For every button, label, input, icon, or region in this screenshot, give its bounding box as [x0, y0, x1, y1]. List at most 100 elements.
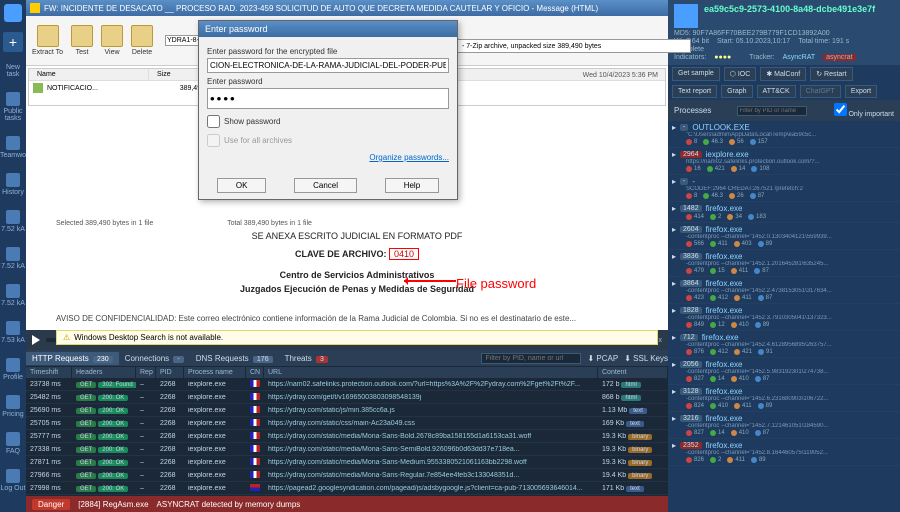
pw-label: Enter password [207, 77, 449, 86]
tab-http[interactable]: HTTP Requests 230 [26, 352, 119, 365]
net-row[interactable]: 23738 msGET 302: Found–2268iexplore.exeh… [26, 378, 668, 391]
footer-msg: ASYNCRAT detected by memory dumps [157, 500, 301, 509]
process-item[interactable]: ▸ - OUTLOOK.EXE"C:\Users\admin\AppData\L… [668, 121, 900, 148]
footer-pid: [2884] RegAsm.exe [78, 500, 148, 509]
app-icon [30, 3, 40, 13]
rail-new-task[interactable]: New task [0, 62, 26, 80]
process-item[interactable]: ▸ 1828 firefox.exe-contentproc --channel… [668, 304, 900, 331]
ioc-button[interactable]: ⬡ IOC [724, 67, 757, 81]
email-body: SE ANEXA ESCRITO JUDICIAL EN FORMATO PDF… [56, 230, 658, 296]
restart-button[interactable]: ↻ Restart [810, 67, 852, 81]
right-panel: ea59c5c9-2573-4100-8a48-dcbe491e3e7f MD5… [668, 0, 900, 512]
attck-button[interactable]: ATT&CK [757, 85, 796, 98]
net-row[interactable]: 27338 msGET 200: OK–2268iexplore.exehttp… [26, 443, 668, 456]
proc-filter-input[interactable] [737, 106, 807, 116]
search-warning: ⚠Windows Desktop Search is not available… [56, 330, 658, 345]
play-button[interactable] [32, 335, 40, 345]
test-icon [71, 25, 93, 47]
net-row[interactable]: 25690 msGET 200: OK–2268iexplore.exehttp… [26, 404, 668, 417]
net-row[interactable]: 27871 msGET 200: OK–2268iexplore.exehttp… [26, 456, 668, 469]
process-item[interactable]: ▸ 3836 firefox.exe-contentproc --channel… [668, 250, 900, 277]
rail-stat[interactable]: 7.52 kA [0, 208, 26, 235]
rail-logout[interactable]: Log Out [0, 467, 26, 494]
net-row[interactable]: 25482 msGET 200: OK–2268iexplore.exehttp… [26, 391, 668, 404]
test-button[interactable]: Test [71, 25, 93, 56]
network-tabs: HTTP Requests 230 Connections - DNS Requ… [26, 350, 668, 366]
footer-bar: Danger [2884] RegAsm.exe ASYNCRAT detect… [26, 496, 668, 512]
annotation-label: File password [456, 276, 536, 291]
text-report-button[interactable]: Text report [672, 85, 717, 98]
rail-history[interactable]: History [0, 171, 26, 198]
password-dialog: Enter password Enter password for the en… [198, 20, 458, 200]
net-row[interactable]: 27966 msGET 200: OK–2268iexplore.exehttp… [26, 469, 668, 482]
action-toolbar: Get sample ⬡ IOC ✱ MalConf ↻ Restart Tex… [668, 65, 900, 100]
net-row[interactable]: 25777 msGET 200: OK–2268iexplore.exehttp… [26, 430, 668, 443]
delete-button[interactable]: Delete [131, 25, 153, 56]
get-sample-button[interactable]: Get sample [672, 67, 720, 81]
processes-header: Processes Only important [668, 100, 900, 121]
cancel-button[interactable]: Cancel [294, 178, 357, 193]
new-task-button[interactable]: + [3, 32, 23, 52]
graph-button[interactable]: Graph [721, 85, 752, 98]
tab-conn[interactable]: Connections - [119, 352, 190, 365]
rail-public[interactable]: Public tasks [0, 90, 26, 124]
rail-stat3[interactable]: 7.52 kA [0, 282, 26, 309]
rail-team[interactable]: Teamwork [0, 134, 26, 161]
process-item[interactable]: ▸ 2964 iexplore.exehttps://nam02.safelin… [668, 148, 900, 175]
process-item[interactable]: ▸ 1482 firefox.exe414234183 [668, 202, 900, 223]
danger-badge: Danger [32, 499, 70, 510]
only-important-checkbox[interactable] [834, 103, 847, 116]
file-icon [33, 83, 43, 93]
tab-dns[interactable]: DNS Requests 176 [190, 352, 279, 365]
organize-link[interactable]: Organize passwords... [207, 153, 449, 162]
net-columns: TimeshiftHeadersRepPIDProcess nameCNURLC… [26, 366, 668, 378]
ok-button[interactable]: OK [217, 178, 267, 193]
process-item[interactable]: ▸ 712 firefox.exe-contentproc --channel=… [668, 331, 900, 358]
process-item[interactable]: ▸ 3864 firefox.exe-contentproc --channel… [668, 277, 900, 304]
doc-line1: SE ANEXA ESCRITO JUDICIAL EN FORMATO PDF [56, 230, 658, 244]
tab-threats[interactable]: Threats 3 [279, 352, 334, 365]
rail-pricing[interactable]: Pricing [0, 393, 26, 420]
archive-info-bar: - 7-Zip archive, unpacked size 389,490 b… [457, 39, 691, 53]
process-item[interactable]: ▸ 3128 firefox.exe-contentproc --channel… [668, 385, 900, 412]
rail-stat4[interactable]: 7.53 kA [0, 319, 26, 346]
export-button[interactable]: Export [845, 85, 877, 98]
task-hash: ea59c5c9-2573-4100-8a48-dcbe491e3e7f [674, 4, 894, 14]
password-input[interactable] [207, 88, 449, 109]
process-item[interactable]: ▸ 3216 firefox.exe-contentproc --channel… [668, 412, 900, 439]
filter-input[interactable] [481, 353, 581, 364]
process-item[interactable]: ▸ 2056 firefox.exe-contentproc --channel… [668, 358, 900, 385]
main-area: FW: INCIDENTE DE DESACATO __ PROCESO RAD… [26, 0, 668, 512]
malconf-button[interactable]: ✱ MalConf [760, 67, 806, 81]
logo-icon [4, 4, 22, 22]
annotation-arrow [404, 280, 456, 282]
process-item[interactable]: ▸ 2604 firefox.exe-contentproc --channel… [668, 223, 900, 250]
chatgpt-button[interactable]: ChatGPT [800, 85, 841, 98]
help-button[interactable]: Help [385, 178, 439, 193]
extract-button[interactable]: Extract To [32, 25, 63, 56]
dialog-title: Enter password [199, 21, 457, 37]
date-label: Wed 10/4/2023 5:36 PM [583, 72, 658, 79]
process-item[interactable]: ▸ 2352 firefox.exe-contentproc --channel… [668, 439, 900, 466]
show-password-checkbox[interactable]: Show password [207, 115, 449, 128]
filename-field[interactable] [207, 58, 449, 73]
process-item[interactable]: ▸ - -SCODEF:2964 CREDAT:267521 /prefetch… [668, 175, 900, 202]
rail-stat2[interactable]: 7.52 kA [0, 245, 26, 272]
tracker-link[interactable]: AsyncRAT [783, 54, 816, 61]
view-icon [101, 25, 123, 47]
net-row[interactable]: 27998 msGET 200: OK–2268iexplore.exehttp… [26, 482, 668, 495]
task-header: ea59c5c9-2573-4100-8a48-dcbe491e3e7f MD5… [668, 0, 900, 65]
net-row[interactable]: 25705 msGET 200: OK–2268iexplore.exehttp… [26, 417, 668, 430]
extract-icon [37, 25, 59, 47]
view-button[interactable]: View [101, 25, 123, 56]
net-rows: 23738 msGET 302: Found–2268iexplore.exeh… [26, 378, 668, 496]
window-title: FW: INCIDENTE DE DESACATO __ PROCESO RAD… [44, 4, 598, 13]
rail-profile[interactable]: Profile [0, 356, 26, 383]
clave-line: CLAVE DE ARCHIVO: 0410 [56, 248, 658, 262]
status-selected: Selected 389,490 bytes in 1 file Total 3… [56, 220, 312, 227]
delete-icon [131, 25, 153, 47]
process-list: ▸ - OUTLOOK.EXE"C:\Users\admin\AppData\L… [668, 121, 900, 512]
md5-label: MD5: 90F7A86FF70BEE279B779F1CD13892A00 [674, 30, 894, 37]
rail-faq[interactable]: FAQ [0, 430, 26, 457]
window-title-bar: FW: INCIDENTE DE DESACATO __ PROCESO RAD… [26, 0, 668, 16]
